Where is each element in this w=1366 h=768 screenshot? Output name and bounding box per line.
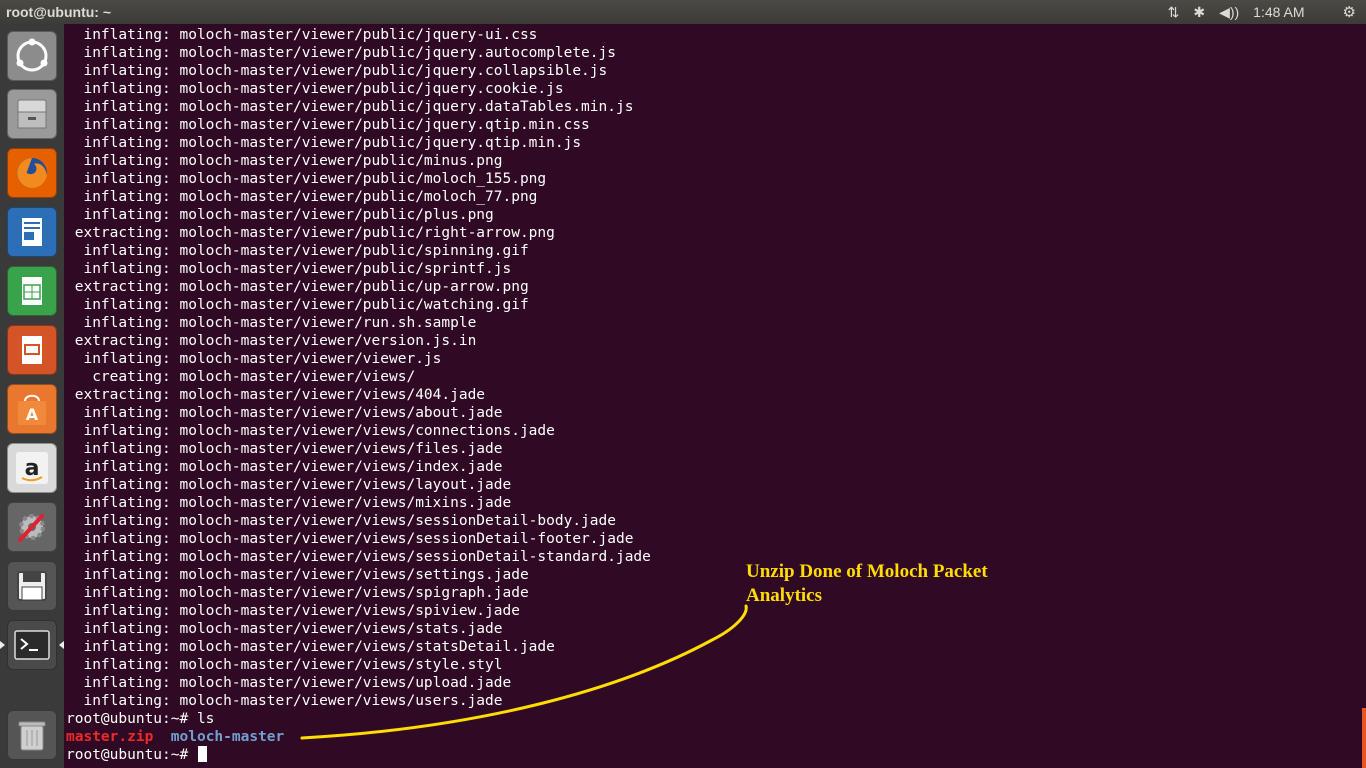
files-launcher-button[interactable] [7, 89, 57, 139]
terminal-line: inflating: moloch-master/viewer/views/up… [66, 675, 512, 691]
dir-moloch-master: moloch-master [170, 729, 285, 745]
calc-icon [12, 271, 52, 311]
scroll-edge [1362, 708, 1366, 768]
running-indicator [0, 641, 5, 649]
launcher: Aa [0, 24, 64, 768]
dash-home-icon [12, 36, 52, 76]
terminal-line: inflating: moloch-master/viewer/public/s… [66, 261, 512, 277]
terminal-line: inflating: moloch-master/viewer/views/se… [66, 549, 651, 565]
terminal-line: inflating: moloch-master/viewer/public/j… [66, 63, 608, 79]
trash-icon [12, 715, 52, 755]
terminal-output[interactable]: inflating: moloch-master/viewer/public/j… [64, 24, 1366, 768]
terminal-line: extracting: moloch-master/viewer/public/… [66, 279, 529, 295]
terminal-line: inflating: moloch-master/viewer/views/se… [66, 567, 529, 583]
terminal-launcher-button[interactable] [7, 620, 57, 670]
terminal-line: inflating: moloch-master/viewer/views/sp… [66, 585, 529, 601]
terminal-line: inflating: moloch-master/viewer/views/fi… [66, 441, 503, 457]
dash-home-launcher-button[interactable] [7, 31, 57, 81]
terminal-line: inflating: moloch-master/viewer/public/j… [66, 135, 582, 151]
writer-launcher-button[interactable] [7, 207, 57, 257]
writer-icon [12, 212, 52, 252]
annotation-label: Unzip Done of Moloch Packet Analytics [746, 560, 1046, 608]
terminal-line: inflating: moloch-master/viewer/public/j… [66, 45, 616, 61]
terminal-line: inflating: moloch-master/viewer/public/j… [66, 27, 538, 43]
software-center-icon: A [12, 389, 52, 429]
terminal-line: inflating: moloch-master/viewer/views/se… [66, 513, 616, 529]
terminal-line: inflating: moloch-master/viewer/public/p… [66, 207, 494, 223]
terminal-line: inflating: moloch-master/viewer/public/w… [66, 297, 529, 313]
calc-launcher-button[interactable] [7, 266, 57, 316]
terminal-line: inflating: moloch-master/viewer/public/m… [66, 153, 503, 169]
trash-launcher-button[interactable] [7, 710, 57, 760]
annotation-line-2: Analytics [746, 585, 822, 606]
terminal-line: inflating: moloch-master/viewer/public/j… [66, 99, 634, 115]
files-icon [12, 94, 52, 134]
terminal-line: inflating: moloch-master/viewer/views/co… [66, 423, 555, 439]
terminal-line: inflating: moloch-master/viewer/public/j… [66, 81, 564, 97]
terminal-line: creating: moloch-master/viewer/views/ [66, 369, 416, 385]
terminal-line: inflating: moloch-master/viewer/views/st… [66, 639, 555, 655]
save-icon [12, 566, 52, 606]
impress-launcher-button[interactable] [7, 325, 57, 375]
system-settings-launcher-button[interactable] [7, 502, 57, 552]
prompt-text: root@ubuntu:~# [66, 747, 197, 763]
firefox-launcher-button[interactable] [7, 148, 57, 198]
clock[interactable]: 1:48 AM [1253, 4, 1304, 20]
bluetooth-icon[interactable]: ✱ [1193, 4, 1205, 21]
terminal-line: extracting: moloch-master/viewer/public/… [66, 225, 555, 241]
terminal-line: inflating: moloch-master/viewer/views/ab… [66, 405, 503, 421]
annotation-line-1: Unzip Done of Moloch Packet [746, 561, 988, 582]
terminal-line: inflating: moloch-master/viewer/views/st… [66, 657, 503, 673]
indicator-area: ⇅ ✱ ◀)) 1:48 AM ⚙ [1168, 0, 1366, 24]
terminal-line: extracting: moloch-master/viewer/views/4… [66, 387, 486, 403]
file-master-zip: master.zip [66, 729, 154, 745]
terminal-line: extracting: moloch-master/viewer/version… [66, 333, 477, 349]
save-launcher-button[interactable] [7, 561, 57, 611]
terminal-line: inflating: moloch-master/viewer/public/j… [66, 117, 590, 133]
terminal-line: inflating: moloch-master/viewer/views/in… [66, 459, 503, 475]
text-cursor [197, 746, 207, 762]
terminal-line: inflating: moloch-master/viewer/public/s… [66, 243, 529, 259]
terminal-line: inflating: moloch-master/viewer/views/mi… [66, 495, 512, 511]
terminal-icon [12, 625, 52, 665]
terminal-line: inflating: moloch-master/viewer/public/m… [66, 171, 547, 187]
terminal-line: inflating: moloch-master/viewer/views/us… [66, 693, 503, 709]
software-center-launcher-button[interactable]: A [7, 384, 57, 434]
system-settings-icon [12, 507, 52, 547]
terminal-line: inflating: moloch-master/viewer/views/se… [66, 531, 634, 547]
terminal-line: inflating: moloch-master/viewer/views/la… [66, 477, 512, 493]
terminal-line: inflating: moloch-master/viewer/viewer.j… [66, 351, 442, 367]
terminal-line: inflating: moloch-master/viewer/public/m… [66, 189, 538, 205]
svg-text:A: A [26, 405, 39, 424]
terminal-line: inflating: moloch-master/viewer/run.sh.s… [66, 315, 477, 331]
prompt-ls-line: root@ubuntu:~# ls [66, 711, 215, 727]
volume-icon[interactable]: ◀)) [1219, 4, 1239, 21]
firefox-icon [12, 153, 52, 193]
svg-text:a: a [25, 456, 40, 481]
amazon-icon: a [12, 448, 52, 488]
top-panel: root@ubuntu: ~ ⇅ ✱ ◀)) 1:48 AM ⚙ [0, 0, 1366, 24]
window-title: root@ubuntu: ~ [6, 4, 112, 20]
terminal-line: inflating: moloch-master/viewer/views/sp… [66, 603, 520, 619]
session-gear-icon[interactable]: ⚙ [1343, 3, 1356, 21]
amazon-launcher-button[interactable]: a [7, 443, 57, 493]
terminal-line: inflating: moloch-master/viewer/views/st… [66, 621, 503, 637]
network-icon[interactable]: ⇅ [1168, 4, 1180, 21]
current-prompt-line[interactable]: root@ubuntu:~# [66, 746, 207, 764]
impress-icon [12, 330, 52, 370]
ls-output-line: master.zip moloch-master [66, 728, 284, 746]
